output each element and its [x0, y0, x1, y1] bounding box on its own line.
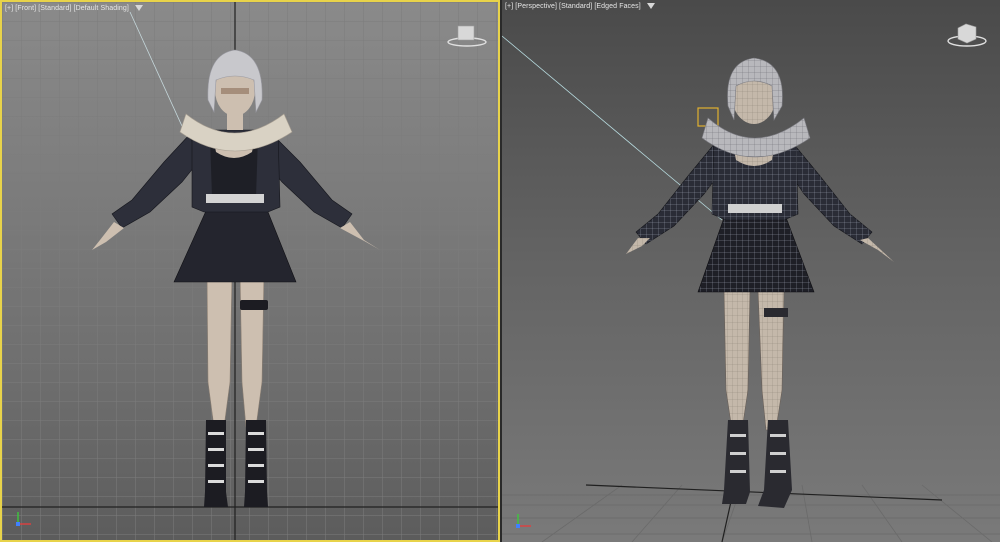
perspective-grid: [502, 484, 1000, 542]
persp-left-boot: [722, 420, 750, 504]
viewcube-icon[interactable]: [946, 20, 988, 48]
front-viewport-label[interactable]: [+] [Front] [Standard] [Default Shading]: [5, 5, 143, 12]
perspective-viewport-label[interactable]: [+] [Perspective] [Standard] [Edged Faces]: [505, 3, 655, 10]
persp-view-label[interactable]: [Perspective]: [515, 3, 557, 10]
front-thigh-strap: [240, 300, 268, 310]
front-display-label[interactable]: [Default Shading]: [74, 5, 129, 12]
front-belt: [206, 194, 264, 203]
viewport-layout: [+][Front][Standard][Default Shading]: [0, 0, 1000, 542]
persp-shading-label[interactable]: [Standard]: [559, 3, 592, 10]
perspective-character[interactable]: [626, 57, 894, 508]
front-eyes: [221, 88, 249, 94]
persp-belt: [728, 204, 782, 213]
viewcube-icon[interactable]: [446, 22, 488, 48]
filter-icon[interactable]: [134, 5, 143, 12]
front-menu-button[interactable]: [+]: [5, 5, 13, 12]
filter-icon[interactable]: [646, 3, 655, 10]
persp-left-hand: [626, 238, 650, 254]
persp-right-hand: [860, 238, 894, 262]
front-scene[interactable]: [2, 2, 498, 540]
persp-thigh-strap: [764, 308, 788, 317]
axis-tripod-icon: [16, 512, 31, 526]
persp-menu-button[interactable]: [+]: [505, 3, 513, 10]
perspective-scene[interactable]: [502, 0, 1000, 542]
persp-right-boot: [758, 420, 792, 508]
perspective-viewport[interactable]: [+] [Perspective] [Standard] [Edged Faces]: [502, 0, 1000, 542]
axis-tripod-icon: [516, 514, 531, 528]
front-shading-label[interactable]: [Standard]: [38, 5, 71, 12]
persp-display-label[interactable]: [Edged Faces]: [594, 3, 640, 10]
front-view-label[interactable]: [Front]: [15, 5, 36, 12]
persp-left-leg: [723, 289, 751, 431]
front-viewport[interactable]: [+] [Front] [Standard] [Default Shading]: [0, 0, 500, 542]
